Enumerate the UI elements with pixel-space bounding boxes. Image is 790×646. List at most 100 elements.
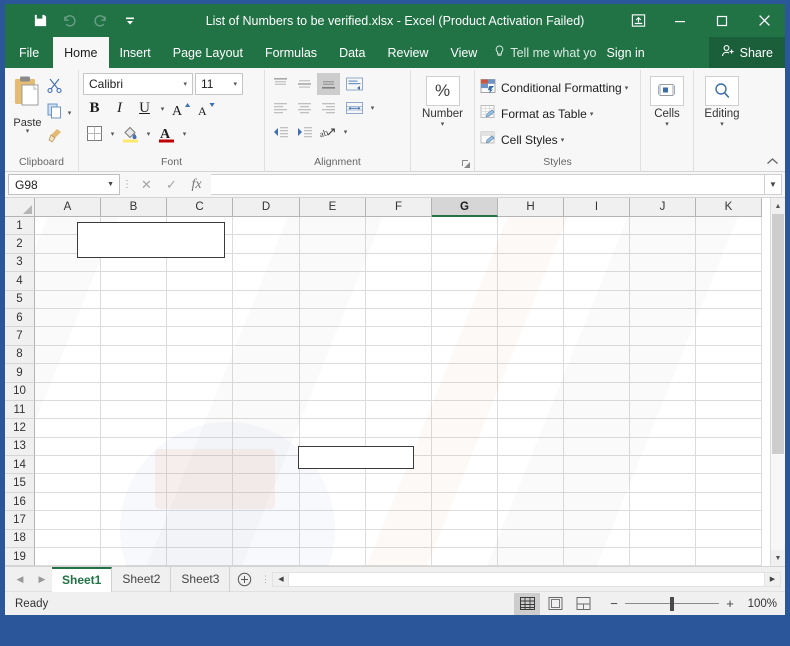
font-color-button[interactable]: A [155,122,178,145]
cell-E6[interactable] [300,308,366,328]
cell-J2[interactable] [630,235,696,254]
cell-I15[interactable] [564,474,630,493]
cell-E7[interactable] [300,327,366,346]
row-header-15[interactable]: 15 [5,474,35,493]
sign-in-button[interactable]: Sign in [603,37,649,68]
cell-I16[interactable] [564,492,630,512]
name-box-caret[interactable]: ▼ [107,181,117,188]
cell-K2[interactable] [696,235,762,254]
fill-color-button[interactable] [119,122,142,145]
cell-A8[interactable] [35,345,101,365]
cell-J5[interactable] [630,290,696,309]
cell-D5[interactable] [233,290,300,309]
cell-J7[interactable] [630,327,696,346]
cell-D14[interactable] [233,456,300,475]
cell-D1[interactable] [233,217,300,236]
cell-styles-caret[interactable]: ▾ [561,136,565,144]
row-header-14[interactable]: 14 [5,456,35,475]
cell-F3[interactable] [366,253,432,273]
cell-D18[interactable] [233,529,300,549]
cell-K7[interactable] [696,327,762,346]
cell-I3[interactable] [564,253,630,273]
number-dropdown-caret[interactable]: ▾ [441,120,445,128]
paste-dropdown-caret[interactable]: ▾ [26,128,30,135]
row-header-8[interactable]: 8 [5,345,35,365]
cells-dropdown-caret[interactable]: ▾ [665,120,669,128]
editing-dropdown-caret[interactable]: ▾ [720,120,724,128]
row-header-18[interactable]: 18 [5,529,35,549]
cell-J16[interactable] [630,492,696,512]
cell-J12[interactable] [630,419,696,438]
middle-align-button[interactable] [293,73,316,95]
conditional-formatting-caret[interactable]: ▾ [625,84,629,92]
row-header-4[interactable]: 4 [5,272,35,291]
tab-review[interactable]: Review [376,37,439,68]
page-break-preview-icon[interactable] [570,593,596,615]
scroll-up-icon[interactable]: ▲ [771,198,785,214]
cell-J13[interactable] [630,437,696,457]
cell-A14[interactable] [35,456,101,475]
row-header-17[interactable]: 17 [5,511,35,530]
cell-G11[interactable] [432,400,498,420]
row-header-2[interactable]: 2 [5,235,35,254]
cell-J4[interactable] [630,272,696,291]
cell-B14[interactable] [101,456,167,475]
cell-E3[interactable] [300,253,366,273]
cell-C7[interactable] [167,327,233,346]
cell-B7[interactable] [101,327,167,346]
cell-C16[interactable] [167,492,233,512]
zoom-in-button[interactable]: + [724,596,736,611]
cell-C14[interactable] [167,456,233,475]
align-left-button[interactable] [269,97,292,119]
editing-group-button[interactable]: Editing ▾ [698,73,746,154]
cell-K6[interactable] [696,308,762,328]
cell-C12[interactable] [167,419,233,438]
cell-D9[interactable] [233,364,300,383]
text-box-1[interactable] [77,222,225,258]
cell-D10[interactable] [233,382,300,401]
underline-button[interactable]: U [133,97,156,120]
cell-H2[interactable] [498,235,564,254]
tab-data[interactable]: Data [328,37,376,68]
sheet-tab-sheet1[interactable]: Sheet1 [52,566,113,592]
cell-J3[interactable] [630,253,696,273]
cell-C13[interactable] [167,437,233,457]
cell-A19[interactable] [35,548,101,566]
cell-B4[interactable] [101,272,167,291]
decrease-indent-button[interactable] [269,121,292,143]
expand-formula-bar-icon[interactable]: ▼ [765,174,782,195]
copy-dropdown-caret[interactable]: ▾ [65,109,74,117]
cell-I5[interactable] [564,290,630,309]
cell-H11[interactable] [498,400,564,420]
cell-B8[interactable] [101,345,167,365]
cell-H15[interactable] [498,474,564,493]
cell-C19[interactable] [167,548,233,566]
cell-H12[interactable] [498,419,564,438]
number-group-button[interactable]: % Number ▾ [415,73,470,154]
tab-home[interactable]: Home [53,37,109,68]
cell-D16[interactable] [233,492,300,512]
sheet-tab-sheet3[interactable]: Sheet3 [171,566,231,592]
grid-cells[interactable] [35,217,770,566]
cell-G19[interactable] [432,548,498,566]
vertical-scrollbar[interactable]: ▲ ▼ [770,198,785,566]
cell-K1[interactable] [696,217,762,236]
cell-C4[interactable] [167,272,233,291]
cell-G12[interactable] [432,419,498,438]
cell-B12[interactable] [101,419,167,438]
cell-H13[interactable] [498,437,564,457]
cell-B5[interactable] [101,290,167,309]
minimize-icon[interactable] [659,4,701,37]
cell-A6[interactable] [35,308,101,328]
redo-icon[interactable] [85,8,115,34]
undo-icon[interactable] [55,8,85,34]
cell-D3[interactable] [233,253,300,273]
cells-group-button[interactable]: Cells ▾ [645,73,689,154]
cell-F17[interactable] [366,511,432,530]
normal-view-icon[interactable] [514,592,540,615]
cell-A13[interactable] [35,437,101,457]
cell-F7[interactable] [366,327,432,346]
cell-I10[interactable] [564,382,630,401]
tab-splitter-grip[interactable]: ⋮ [258,575,272,584]
cell-F9[interactable] [366,364,432,383]
